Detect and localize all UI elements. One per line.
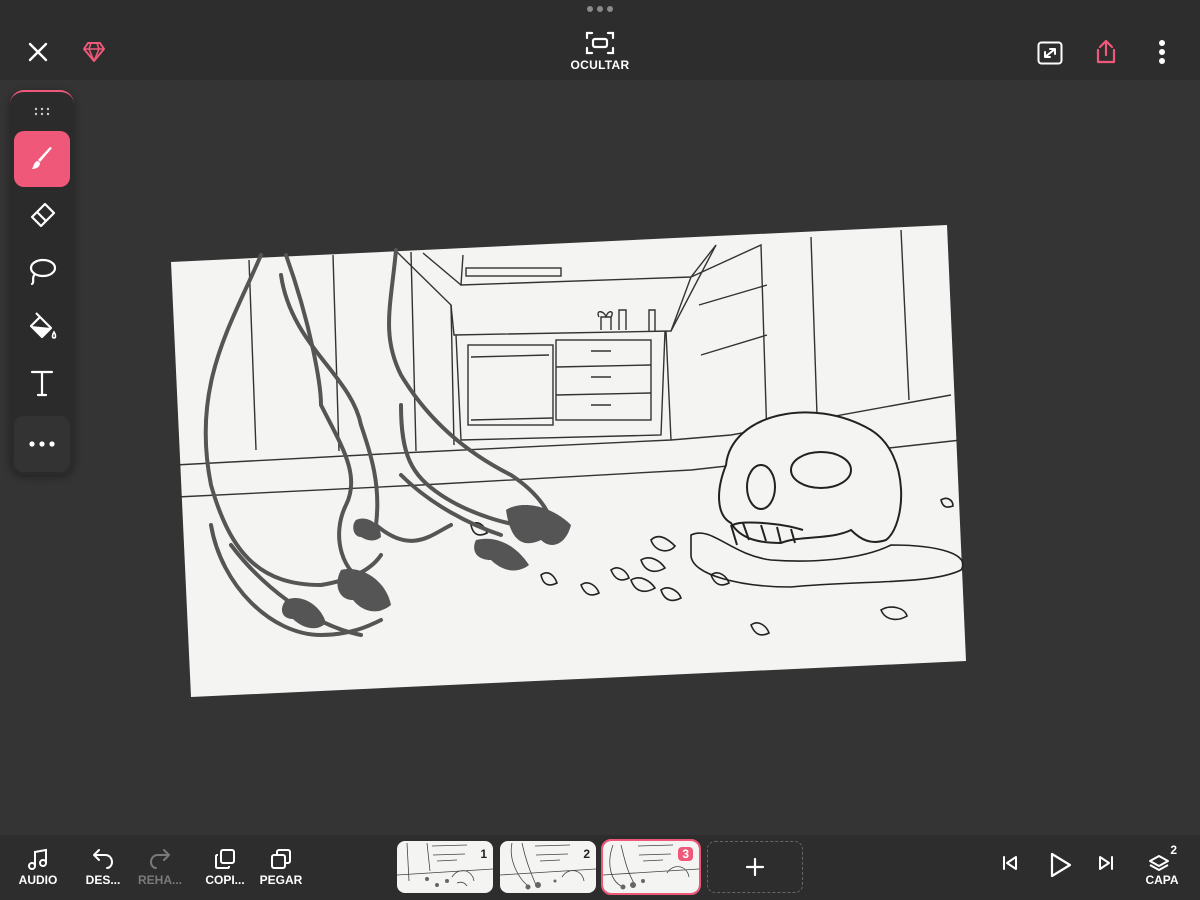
last-frame-button[interactable] — [1090, 853, 1122, 873]
hide-ui-icon — [585, 31, 615, 55]
layer-count: 2 — [1170, 843, 1177, 857]
copy-icon — [215, 849, 235, 869]
share-icon — [1096, 39, 1116, 64]
skip-back-icon — [1003, 856, 1017, 870]
undo-button[interactable]: DES... — [75, 847, 131, 887]
frame-number: 2 — [583, 847, 590, 861]
close-icon — [28, 42, 48, 62]
layers-icon-wrap: 2 — [1147, 843, 1177, 871]
share-button[interactable] — [1090, 36, 1122, 68]
lasso-icon — [29, 258, 57, 286]
premium-button[interactable] — [78, 36, 110, 68]
top-bar: OCULTAR — [0, 0, 1200, 80]
drawing-canvas[interactable] — [171, 225, 971, 710]
more-vertical-icon — [1159, 40, 1165, 64]
tool-panel-accent — [10, 90, 74, 104]
frame-number: 1 — [480, 847, 487, 861]
first-frame-button[interactable] — [994, 853, 1026, 873]
more-options-button[interactable] — [1148, 36, 1176, 68]
frame-thumbnail-image — [500, 842, 596, 890]
drag-handle-icon[interactable] — [32, 106, 52, 116]
paint-bucket-icon — [29, 312, 57, 339]
tool-panel — [10, 90, 74, 475]
redo-button[interactable]: REHA... — [132, 847, 188, 887]
paste-icon — [271, 849, 291, 869]
hide-ui-label: OCULTAR — [570, 58, 630, 72]
audio-label: AUDIO — [18, 873, 58, 887]
tool-text[interactable] — [14, 355, 70, 411]
text-icon — [30, 370, 54, 397]
frame-number: 3 — [678, 847, 693, 861]
more-horizontal-icon — [29, 441, 55, 447]
window-grip-icon[interactable] — [586, 6, 614, 16]
frame-thumbnail[interactable]: 2 — [500, 841, 596, 893]
redo-icon — [149, 849, 170, 869]
fullscreen-button[interactable] — [1034, 37, 1066, 69]
tool-brush[interactable] — [14, 131, 70, 187]
play-button[interactable] — [1040, 851, 1080, 879]
frame-thumbnail-image — [397, 842, 493, 887]
skip-forward-icon — [1099, 856, 1113, 870]
undo-icon — [93, 849, 114, 869]
close-button[interactable] — [22, 36, 54, 68]
redo-label: REHA... — [137, 873, 182, 887]
hide-ui-button[interactable]: OCULTAR — [560, 30, 640, 76]
tool-lasso[interactable] — [14, 243, 70, 299]
brush-icon — [32, 147, 52, 169]
bottom-bar: AUDIO DES... REHA... COPI... PEGAR 2 CAP… — [0, 835, 1200, 900]
frame-thumbnail[interactable]: 1 — [397, 841, 493, 893]
copy-label: COPI... — [205, 873, 245, 887]
music-note-icon — [28, 848, 47, 870]
eraser-icon — [30, 202, 56, 228]
paste-label: PEGAR — [259, 873, 303, 887]
layers-icon — [1149, 855, 1169, 871]
play-icon — [1050, 852, 1072, 878]
tool-eraser[interactable] — [14, 187, 70, 243]
paste-button[interactable]: PEGAR — [253, 847, 309, 887]
canvas-artwork — [171, 225, 966, 697]
undo-label: DES... — [85, 873, 121, 887]
tool-fill[interactable] — [14, 299, 70, 355]
layers-label: CAPA — [1145, 873, 1179, 887]
add-frame-button[interactable] — [707, 841, 803, 893]
diamond-icon — [83, 42, 105, 62]
tool-more[interactable] — [14, 416, 70, 472]
frame-thumbnail-active[interactable]: 3 — [601, 839, 701, 895]
copy-button[interactable]: COPI... — [197, 847, 253, 887]
layers-button[interactable]: 2 CAPA — [1134, 843, 1190, 887]
expand-icon — [1037, 41, 1063, 65]
plus-icon — [745, 857, 765, 877]
audio-button[interactable]: AUDIO — [10, 847, 66, 887]
